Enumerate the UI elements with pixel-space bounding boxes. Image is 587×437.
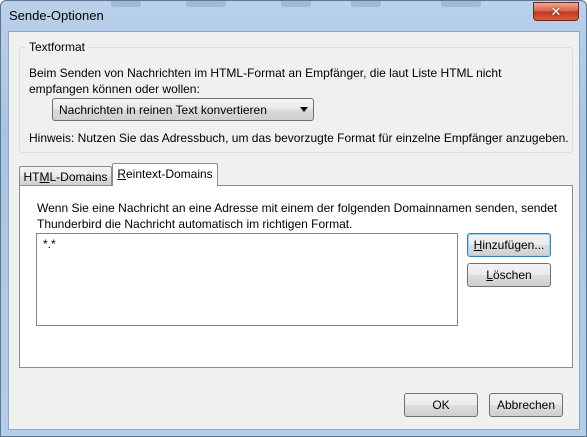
tab-html-domains[interactable]: HTML-Domains [19,166,112,186]
domains-description: Wenn Sie eine Nachricht an eine Adresse … [37,201,558,231]
tab-label-accesskey: M [39,170,50,184]
button-label-accesskey: L [486,268,493,282]
addressbook-hint: Hinweis: Nutzen Sie das Adressbuch, um d… [29,131,569,145]
format-conversion-select[interactable]: Nachrichten in reinen Text konvertieren [52,98,314,121]
background-app-ghost [186,1,226,7]
window-title: Sende-Optionen [9,8,104,23]
tab-label-accesskey: R [117,167,126,181]
textformat-legend: Textformat [25,40,90,54]
background-app-ghost [111,1,141,7]
background-app-ghost [351,1,381,7]
close-icon: ✕ [550,3,562,19]
tab-label-part: L-Domains [49,170,108,184]
tab-plaintext-domains[interactable]: Reintext-Domains [112,163,218,186]
close-button[interactable]: ✕ [533,2,579,21]
button-label-part: inzufügen... [482,238,545,252]
title-bar[interactable]: Sende-Optionen ✕ [1,1,586,31]
list-item[interactable]: *.* [43,237,56,251]
textformat-description: Beim Senden von Nachrichten im HTML-Form… [29,66,502,96]
add-domain-button[interactable]: Hinzufügen... [467,233,551,257]
plaintext-domains-panel: Wenn Sie eine Nachricht an eine Adresse … [19,185,573,368]
background-app-ghost [281,1,311,7]
domain-list[interactable]: *.* [36,233,458,326]
button-label-part: öschen [492,268,532,282]
tab-label-part: HT [23,170,40,184]
cancel-button[interactable]: Abbrechen [489,393,563,417]
delete-domain-button[interactable]: Löschen [467,263,551,287]
format-conversion-value: Nachrichten in reinen Text konvertieren [59,103,267,117]
ok-button[interactable]: OK [404,393,478,417]
dialog-body: Textformat Beim Senden von Nachrichten i… [8,31,580,430]
tab-label-part: eintext-Domains [125,167,213,181]
chevron-down-icon [300,107,308,112]
dialog-window: Sende-Optionen ✕ Textformat Beim Senden … [0,0,587,437]
background-app-ghost [441,1,481,7]
button-label-accesskey: H [473,238,483,252]
